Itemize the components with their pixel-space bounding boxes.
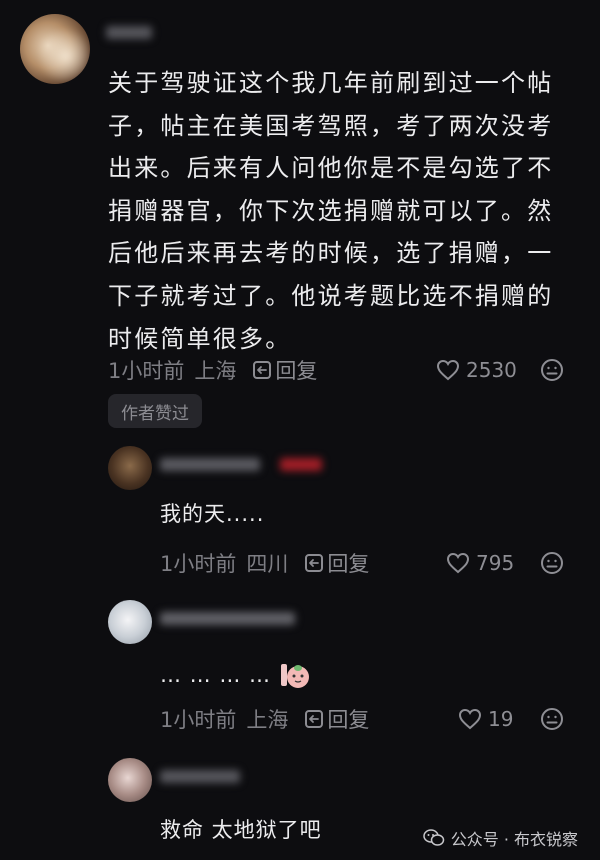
reply1-name[interactable]	[160, 458, 260, 471]
main-reply-label: 回复	[275, 359, 318, 383]
reply1-location: 四川	[246, 552, 289, 576]
reply2-name[interactable]	[160, 612, 295, 625]
heart-outline-icon	[458, 708, 482, 730]
reply1-like-button[interactable]: 795	[446, 549, 514, 577]
reply1-time: 1小时前	[160, 552, 237, 576]
reply2-location: 上海	[246, 708, 289, 732]
heart-outline-icon	[446, 552, 470, 574]
reply-icon	[305, 554, 324, 572]
reply1-badge	[280, 458, 322, 471]
main-commenter-avatar[interactable]	[20, 14, 90, 84]
reply3-text: 救命 太地狱了吧	[160, 818, 322, 842]
main-commenter-name[interactable]	[106, 26, 152, 39]
reply-icon	[305, 710, 324, 728]
watermark: 公众号 · 布衣锐察	[422, 826, 578, 850]
dislike-face-icon[interactable]	[540, 551, 564, 575]
reply3-avatar[interactable]	[108, 758, 152, 802]
wechat-icon	[422, 829, 444, 846]
reply2-time: 1小时前	[160, 708, 237, 732]
reply2-meta: 1小时前 上海 回复	[160, 704, 369, 734]
reply1-meta: 1小时前 四川 回复	[160, 548, 369, 578]
reply-icon	[253, 361, 272, 379]
main-like-button[interactable]: 2530	[436, 356, 517, 384]
reply1-avatar[interactable]	[108, 446, 152, 490]
reply2-reply-button[interactable]: 回复	[304, 704, 369, 734]
main-comment-time: 1小时前	[108, 359, 185, 383]
reply2-avatar[interactable]	[108, 600, 152, 644]
main-comment-text: 关于驾驶证这个我几年前刷到过一个帖子，帖主在美国考驾照，考了两次没考出来。后来有…	[108, 69, 554, 353]
reply1-reply-button[interactable]: 回复	[304, 548, 369, 578]
main-comment-meta: 1小时前 上海 回复	[108, 355, 317, 385]
author-liked-badge: 作者赞过	[108, 394, 202, 428]
reply1-text: 我的天.....	[160, 502, 265, 526]
reply2-reply-label: 回复	[327, 708, 370, 732]
reply2-like-count: 19	[488, 707, 514, 731]
main-comment-location: 上海	[194, 359, 237, 383]
reply1-reply-label: 回复	[327, 552, 370, 576]
watermark-text: 公众号 · 布衣锐察	[450, 830, 578, 849]
heart-outline-icon	[436, 359, 460, 381]
main-like-count: 2530	[466, 358, 517, 382]
reply2-text: … … … …	[160, 660, 311, 690]
reply2-like-button[interactable]: 19	[458, 705, 513, 733]
reply1-like-count: 795	[476, 551, 515, 575]
reply3-name[interactable]	[160, 770, 240, 783]
reply2-text-content: … … … …	[160, 663, 272, 687]
main-reply-button[interactable]: 回复	[252, 355, 317, 385]
peach-sticker-icon	[279, 660, 311, 690]
dislike-face-icon[interactable]	[540, 358, 564, 382]
dislike-face-icon[interactable]	[540, 707, 564, 731]
